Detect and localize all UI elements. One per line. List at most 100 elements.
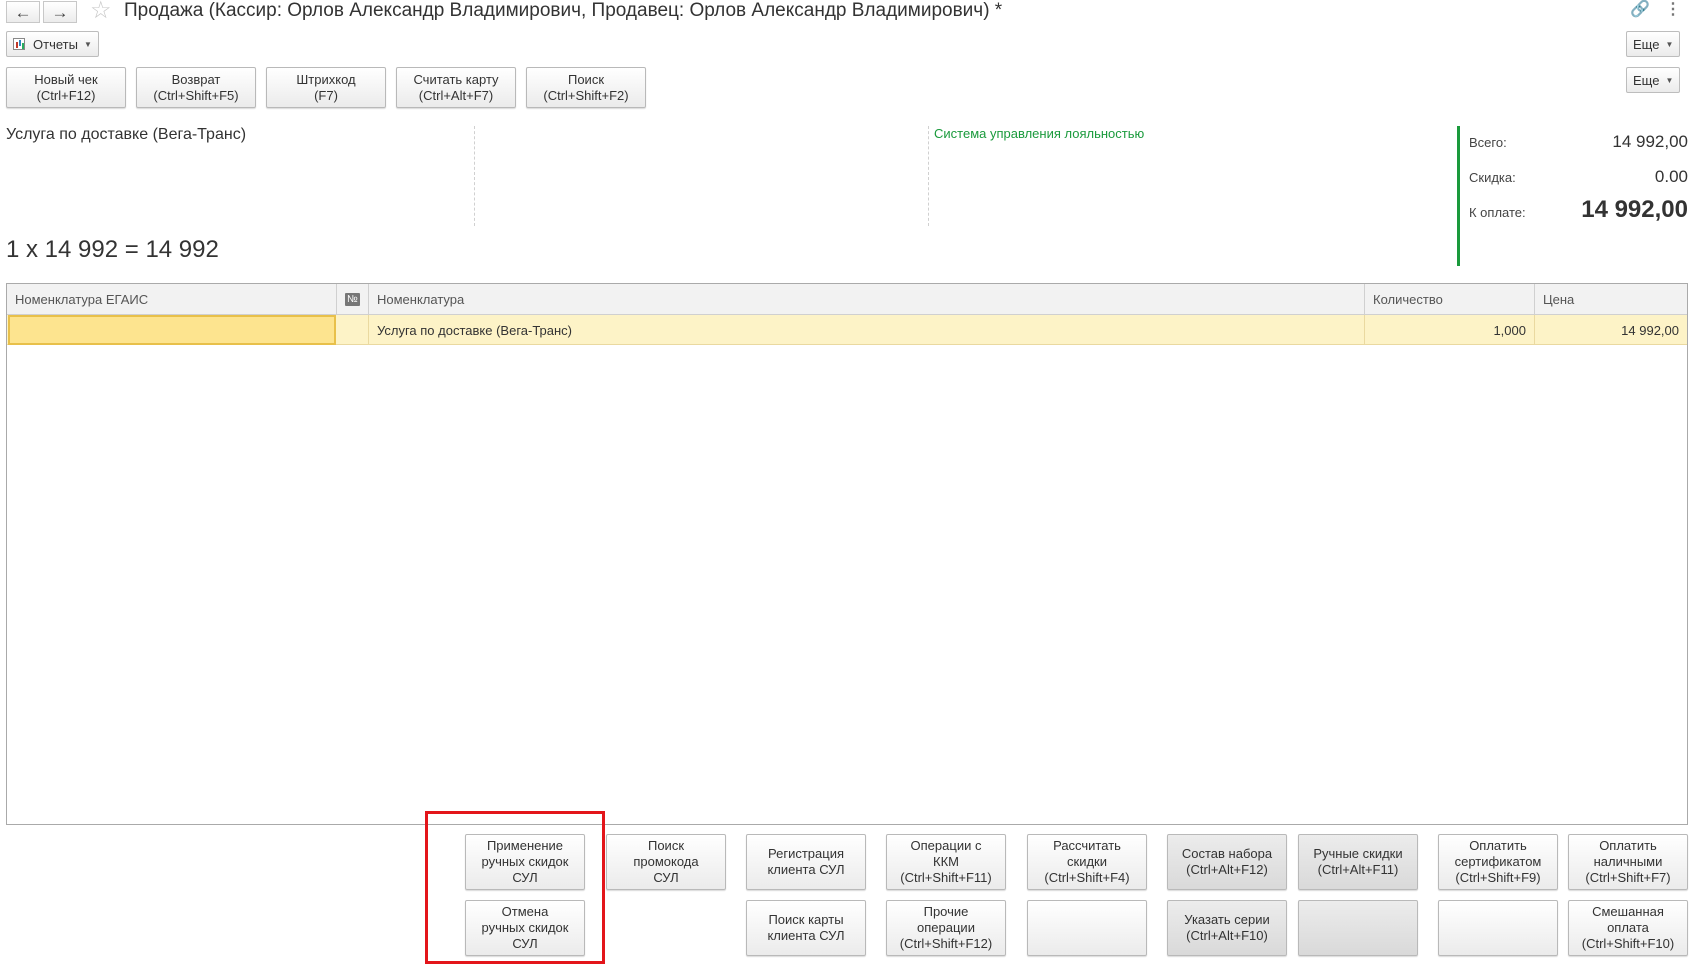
to-pay-label: К оплате: xyxy=(1469,205,1526,220)
commands-more-button[interactable]: Еще ▼ xyxy=(1626,67,1681,93)
button-label: Возврат xyxy=(171,71,221,87)
total-value: 14 992,00 xyxy=(1612,132,1688,151)
empty-button[interactable] xyxy=(1438,900,1558,956)
pay-cash-button[interactable]: Оплатить наличными (Ctrl+Shift+F7) xyxy=(1568,834,1688,890)
button-shortcut: (Ctrl+Shift+F5) xyxy=(153,87,239,103)
button-label: Указать серии xyxy=(1184,912,1270,927)
pay-certificate-button[interactable]: Оплатить сертификатом (Ctrl+Shift+F9) xyxy=(1438,834,1558,890)
button-shortcut: (Ctrl+Shift+F11) xyxy=(900,870,992,885)
discount-label: Скидка: xyxy=(1469,170,1516,185)
mixed-payment-button[interactable]: Смешанная оплата (Ctrl+Shift+F10) xyxy=(1568,900,1688,956)
button-label: операции xyxy=(917,920,975,935)
reports-label: Отчеты xyxy=(33,36,78,52)
button-label: Ручные скидки xyxy=(1313,846,1403,861)
button-label: Операции с xyxy=(910,838,982,853)
button-label: СУЛ xyxy=(653,870,679,885)
forward-arrow-icon: → xyxy=(51,2,69,22)
read-card-button[interactable]: Считать карту (Ctrl+Alt+F7) xyxy=(396,67,516,108)
client-card-search-button[interactable]: Поиск карты клиента СУЛ xyxy=(746,900,866,956)
kit-composition-button[interactable]: Состав набора (Ctrl+Alt+F12) xyxy=(1167,834,1287,890)
button-shortcut: (Ctrl+Alt+F12) xyxy=(1186,862,1268,877)
specify-series-button[interactable]: Указать серии (Ctrl+Alt+F10) xyxy=(1167,900,1287,956)
button-label: клиента СУЛ xyxy=(767,928,845,943)
button-label: Состав набора xyxy=(1181,846,1273,861)
cell-nomenclature[interactable]: Услуга по доставке (Вега-Транс) xyxy=(369,315,1365,345)
button-label: ККМ xyxy=(933,854,959,869)
other-operations-button[interactable]: Прочие операции (Ctrl+Shift+F12) xyxy=(886,900,1006,956)
button-label: Штрихкод xyxy=(296,71,356,87)
button-label: Считать карту xyxy=(413,71,499,87)
button-label: оплата xyxy=(1607,920,1649,935)
table-header: Номенклатура ЕГАИС № Номенклатура Количе… xyxy=(7,284,1687,315)
button-label: Поиск карты xyxy=(768,912,844,927)
barcode-button[interactable]: Штрихкод (F7) xyxy=(266,67,386,108)
button-shortcut: (Ctrl+Alt+F11) xyxy=(1317,862,1399,877)
column-nomenclature[interactable]: Номенклатура xyxy=(369,284,1365,315)
favorite-star-icon[interactable]: ☆ xyxy=(90,0,112,23)
totals-panel: Всего: 14 992,00 Скидка: 0.00 К оплате: … xyxy=(1457,126,1690,266)
divider xyxy=(474,126,475,226)
report-icon xyxy=(13,38,25,50)
number-icon: № xyxy=(345,293,360,306)
empty-button[interactable] xyxy=(1298,900,1418,956)
button-shortcut: (Ctrl+Shift+F4) xyxy=(1044,870,1130,885)
button-label: промокода xyxy=(633,854,699,869)
to-pay-value: 14 992,00 xyxy=(1581,196,1688,223)
button-label: Смешанная xyxy=(1592,904,1664,919)
current-item-name: Услуга по доставке (Вега-Транс) xyxy=(6,126,247,143)
more-label: Еще xyxy=(1633,72,1660,88)
button-label: Оплатить xyxy=(1469,838,1527,853)
divider xyxy=(928,126,929,226)
empty-button[interactable] xyxy=(1027,900,1147,956)
button-label: наличными xyxy=(1593,854,1663,869)
column-number[interactable]: № xyxy=(337,284,369,315)
button-shortcut: (Ctrl+Shift+F2) xyxy=(543,87,629,103)
back-button[interactable]: ← xyxy=(6,1,40,23)
chevron-down-icon: ▼ xyxy=(1665,39,1674,49)
more-button[interactable]: Еще ▼ xyxy=(1626,31,1681,57)
promo-code-search-button[interactable]: Поиск промокода СУЛ xyxy=(606,834,726,890)
button-shortcut: (Ctrl+F12) xyxy=(36,87,96,103)
cell-price[interactable]: 14 992,00 xyxy=(1535,315,1687,345)
more-label: Еще xyxy=(1633,36,1660,52)
client-registration-button[interactable]: Регистрация клиента СУЛ xyxy=(746,834,866,890)
kkm-operations-button[interactable]: Операции с ККМ (Ctrl+Shift+F11) xyxy=(886,834,1006,890)
window-title: Продажа (Кассир: Орлов Александр Владими… xyxy=(124,0,1003,21)
button-label: Новый чек xyxy=(34,71,98,87)
chevron-down-icon: ▼ xyxy=(83,39,92,49)
button-label: клиента СУЛ xyxy=(767,862,845,877)
forward-button[interactable]: → xyxy=(43,1,77,23)
back-arrow-icon: ← xyxy=(14,2,32,22)
button-label: скидки xyxy=(1067,854,1107,869)
chevron-down-icon: ▼ xyxy=(1665,75,1674,85)
button-shortcut: (F7) xyxy=(314,87,338,103)
link-icon[interactable]: 🔗 xyxy=(1630,0,1650,20)
search-button[interactable]: Поиск (Ctrl+Shift+F2) xyxy=(526,67,646,108)
column-price[interactable]: Цена xyxy=(1535,284,1687,315)
button-shortcut: (Ctrl+Shift+F12) xyxy=(899,936,993,951)
more-vertical-icon[interactable]: ⋮ xyxy=(1665,0,1681,20)
calculate-discounts-button[interactable]: Рассчитать скидки (Ctrl+Shift+F4) xyxy=(1027,834,1147,890)
button-label: Поиск xyxy=(567,71,605,87)
button-shortcut: (Ctrl+Alt+F7) xyxy=(418,87,494,103)
cell-quantity[interactable]: 1,000 xyxy=(1365,315,1535,345)
column-quantity[interactable]: Количество xyxy=(1365,284,1535,315)
discount-value: 0.00 xyxy=(1654,167,1688,186)
manual-discounts-button[interactable]: Ручные скидки (Ctrl+Alt+F11) xyxy=(1298,834,1418,890)
receipt-table[interactable]: Номенклатура ЕГАИС № Номенклатура Количе… xyxy=(6,283,1688,825)
loyalty-system-label: Система управления лояльностью xyxy=(934,126,1145,141)
return-button[interactable]: Возврат (Ctrl+Shift+F5) xyxy=(136,67,256,108)
calculation-display: 1 x 14 992 = 14 992 xyxy=(6,236,219,263)
button-label: Рассчитать xyxy=(1053,838,1121,853)
column-egais[interactable]: Номенклатура ЕГАИС xyxy=(7,284,337,315)
button-label: Регистрация xyxy=(768,846,844,861)
new-receipt-button[interactable]: Новый чек (Ctrl+F12) xyxy=(6,67,126,108)
table-row[interactable]: Услуга по доставке (Вега-Транс) 1,000 14… xyxy=(7,315,1687,345)
highlight-frame xyxy=(425,811,605,964)
cell-egais[interactable] xyxy=(8,315,336,345)
reports-button[interactable]: Отчеты ▼ xyxy=(6,31,99,57)
button-shortcut: (Ctrl+Shift+F9) xyxy=(1455,870,1541,885)
button-shortcut: (Ctrl+Alt+F10) xyxy=(1186,928,1268,943)
total-label: Всего: xyxy=(1469,135,1507,150)
cell-number[interactable] xyxy=(337,315,369,345)
